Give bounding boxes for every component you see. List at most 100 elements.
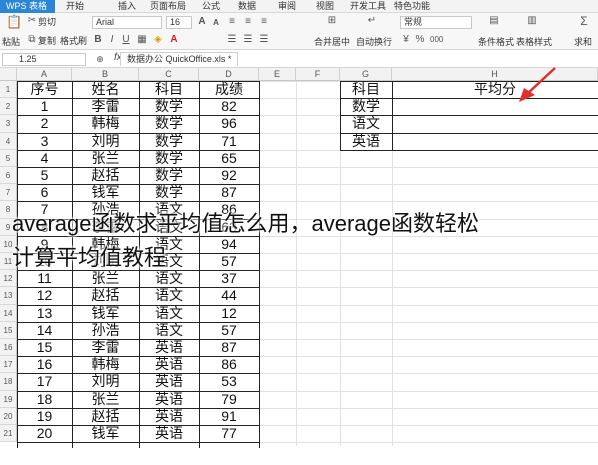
table-cell[interactable]: 44 (199, 287, 259, 304)
table-cell[interactable]: 65 (199, 150, 259, 167)
summary-header-subject[interactable]: 科目 (340, 81, 392, 98)
summary-subject-cell[interactable]: 数学 (340, 98, 392, 115)
column-header-b[interactable]: B (72, 68, 139, 81)
table-cell[interactable]: 86 (199, 356, 259, 373)
table-cell[interactable]: 94 (199, 236, 259, 253)
table-header-cell[interactable]: 科目 (139, 81, 199, 98)
summary-average-cell[interactable] (392, 133, 598, 150)
percent-icon[interactable]: % (414, 34, 426, 46)
row-header[interactable]: 7 (0, 184, 17, 202)
align-middle-icon[interactable]: ≡ (242, 16, 254, 28)
table-cell[interactable]: 数学 (139, 98, 199, 115)
table-cell[interactable]: 英语 (139, 356, 199, 373)
menu-formulas[interactable]: 公式 (202, 0, 220, 13)
align-bottom-icon[interactable]: ≡ (258, 16, 270, 28)
zoom-icon[interactable]: ⊕ (94, 53, 106, 65)
select-all-corner[interactable] (0, 68, 17, 81)
table-cell[interactable]: 87 (199, 184, 259, 201)
table-cell[interactable]: 赵括 (72, 167, 139, 184)
table-cell[interactable]: 数学 (139, 115, 199, 132)
table-cell[interactable]: 数学 (139, 133, 199, 150)
align-left-icon[interactable]: ☰ (226, 34, 238, 46)
table-header-cell[interactable]: 姓名 (72, 81, 139, 98)
table-cell[interactable]: 钱军 (72, 184, 139, 201)
row-header[interactable]: 20 (0, 407, 17, 425)
table-cell[interactable]: 12 (17, 287, 72, 304)
row-header[interactable]: 1 (0, 81, 17, 99)
column-header-f[interactable]: F (296, 68, 340, 81)
table-cell[interactable]: 87 (199, 339, 259, 356)
table-cell[interactable]: 12 (199, 305, 259, 322)
table-cell[interactable]: 英语 (139, 425, 199, 442)
menu-view[interactable]: 视图 (316, 0, 334, 13)
table-cell[interactable]: 82 (199, 98, 259, 115)
table-cell[interactable]: 3 (17, 133, 72, 150)
table-cell[interactable]: 语文 (139, 287, 199, 304)
row-header[interactable]: 6 (0, 167, 17, 185)
row-header[interactable]: 15 (0, 321, 17, 339)
table-cell[interactable]: 张兰 (72, 150, 139, 167)
column-header-a[interactable]: A (17, 68, 72, 81)
font-color-icon[interactable]: A (168, 34, 180, 46)
number-format-select[interactable]: 常规 (400, 16, 472, 29)
row-header[interactable]: 19 (0, 390, 17, 408)
table-cell[interactable]: 14 (17, 322, 72, 339)
table-cell[interactable]: 赵括 (72, 287, 139, 304)
column-header-c[interactable]: C (139, 68, 199, 81)
row-header[interactable]: 3 (0, 115, 17, 133)
row-header[interactable]: 14 (0, 304, 17, 322)
row-header[interactable]: 5 (0, 149, 17, 167)
merge-center-button[interactable]: 合并居中 (314, 36, 350, 48)
borders-icon[interactable]: ▦ (136, 34, 148, 46)
row-header[interactable]: 2 (0, 98, 17, 116)
table-cell[interactable]: 英语 (139, 373, 199, 390)
table-cell[interactable]: 96 (199, 115, 259, 132)
menu-home[interactable]: 开始 (66, 0, 84, 13)
table-cell[interactable]: 数学 (139, 184, 199, 201)
table-cell[interactable]: 英语 (139, 408, 199, 425)
table-cell[interactable]: 张兰 (72, 270, 139, 287)
table-header-cell[interactable]: 成绩 (199, 81, 259, 98)
table-cell[interactable]: 91 (199, 408, 259, 425)
table-cell[interactable]: 英语 (139, 391, 199, 408)
table-cell[interactable]: 李雷 (72, 98, 139, 115)
table-cell[interactable]: 钱军 (72, 425, 139, 442)
table-cell[interactable]: 11 (17, 270, 72, 287)
table-cell[interactable]: 53 (199, 373, 259, 390)
table-cell[interactable]: 6 (17, 184, 72, 201)
table-cell[interactable]: 20 (17, 425, 72, 442)
font-size-select[interactable]: 16 (166, 16, 192, 29)
menu-special[interactable]: 特色功能 (394, 0, 430, 13)
row-header[interactable]: 21 (0, 425, 17, 443)
table-cell[interactable]: 15 (17, 339, 72, 356)
document-tab[interactable]: 数据办公 QuickOffice.xls * (120, 52, 239, 66)
fill-color-icon[interactable]: ◈ (152, 34, 164, 46)
table-cell[interactable]: 71 (199, 133, 259, 150)
name-box[interactable]: 1.25 (2, 53, 86, 66)
table-cell[interactable]: 刘明 (72, 373, 139, 390)
menu-page-layout[interactable]: 页面布局 (150, 0, 186, 13)
table-cell[interactable]: 4 (17, 150, 72, 167)
italic-icon[interactable]: I (106, 34, 118, 46)
table-cell[interactable]: 语文 (139, 270, 199, 287)
table-cell[interactable]: 1 (17, 98, 72, 115)
table-cell[interactable]: 李雷 (72, 339, 139, 356)
table-cell[interactable]: 韩梅 (72, 356, 139, 373)
table-cell[interactable]: 语文 (139, 305, 199, 322)
table-cell[interactable]: 57 (199, 253, 259, 270)
row-header[interactable]: 4 (0, 132, 17, 150)
table-cell[interactable]: 5 (17, 167, 72, 184)
wrap-text-button[interactable]: 自动换行 (356, 36, 392, 48)
table-cell[interactable]: 2 (17, 115, 72, 132)
table-cell[interactable]: 77 (199, 425, 259, 442)
row-header[interactable]: 17 (0, 356, 17, 374)
table-cell[interactable]: 13 (17, 305, 72, 322)
table-header-cell[interactable]: 序号 (17, 81, 72, 98)
format-painter-button[interactable]: 格式刷 (60, 35, 87, 47)
increase-font-icon[interactable]: A (196, 16, 208, 28)
align-right-icon[interactable]: ☰ (258, 34, 270, 46)
bold-icon[interactable]: B (92, 34, 104, 46)
column-header-e[interactable]: E (259, 68, 296, 81)
table-cell[interactable]: 赵括 (72, 408, 139, 425)
wps-logo[interactable]: WPS 表格 (0, 0, 55, 13)
